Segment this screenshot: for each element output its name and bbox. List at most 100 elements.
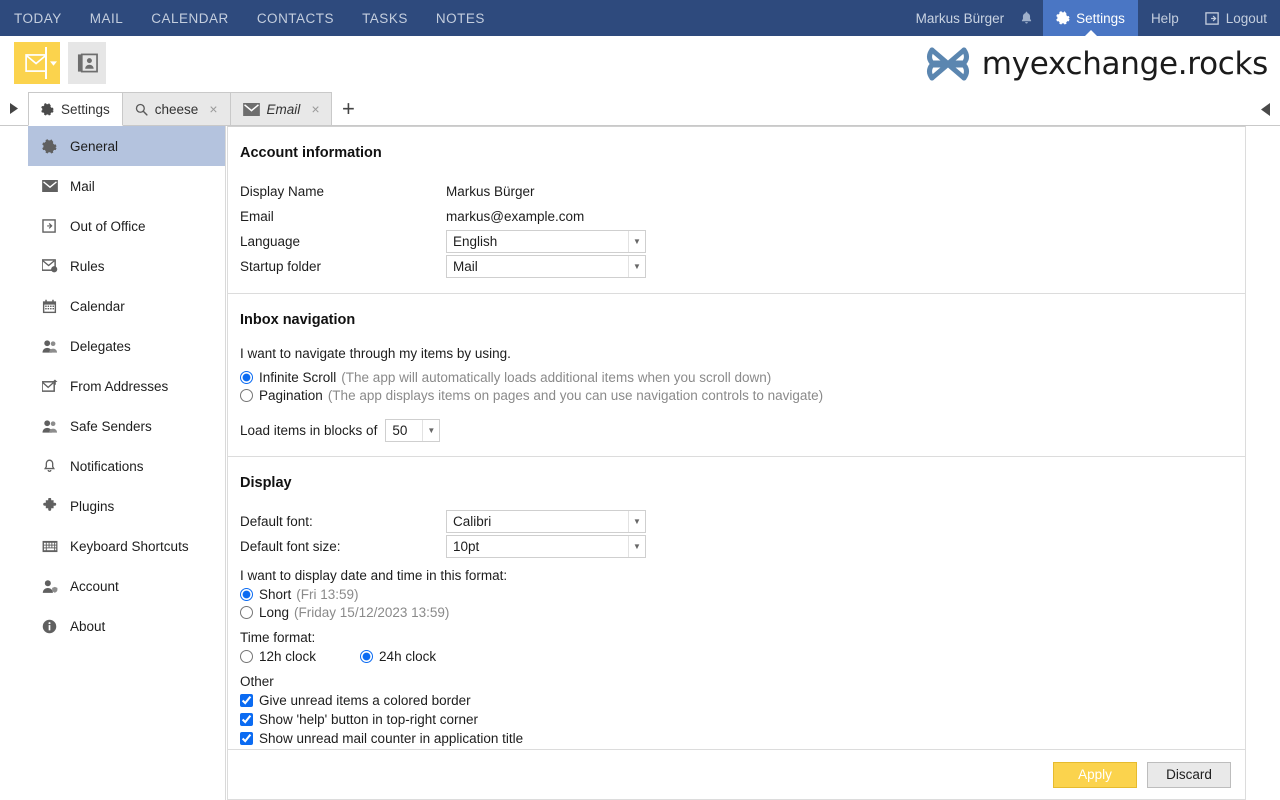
topnav-today[interactable]: TODAY: [0, 0, 76, 36]
user-menu-area: Markus Bürger Settings Help Logout: [903, 0, 1280, 36]
sidebar-item-delegates[interactable]: Delegates: [28, 326, 225, 366]
email-value: markus@example.com: [446, 208, 585, 224]
sidebar-item-general[interactable]: General: [28, 126, 225, 166]
default-font-row: Default font: Calibri ▼: [240, 509, 1245, 533]
sidebar-item-label: Delegates: [70, 338, 131, 354]
tab-search-cheese[interactable]: cheese ×: [121, 92, 231, 125]
sidebar-item-label: General: [70, 138, 119, 154]
help-button-option[interactable]: Show 'help' button in top-right corner: [240, 712, 1245, 727]
clock-12h-radio[interactable]: [240, 650, 253, 663]
topnav-contacts[interactable]: CONTACTS: [243, 0, 348, 36]
clock-12h-label: 12h clock: [259, 649, 317, 664]
sidebar-item-about[interactable]: About: [28, 606, 225, 646]
sidebar-item-label: Mail: [70, 178, 95, 194]
tab-settings[interactable]: Settings: [28, 92, 123, 126]
new-tab-button[interactable]: +: [331, 92, 365, 125]
sidebar-item-mail[interactable]: Mail: [28, 166, 225, 206]
tab-scroll-left-button[interactable]: [0, 92, 28, 125]
startup-folder-row: Startup folder Mail ▼: [240, 254, 1245, 278]
apply-button[interactable]: Apply: [1053, 761, 1137, 788]
pagination-label: Pagination: [259, 388, 323, 403]
notifications-bell-button[interactable]: [1010, 0, 1043, 36]
sidebar-item-safe-senders[interactable]: Safe Senders: [28, 406, 225, 446]
sidebar-item-label: Account: [70, 578, 119, 594]
sidebar-item-from-addresses[interactable]: From Addresses: [28, 366, 225, 406]
tab-close-button[interactable]: ×: [209, 102, 217, 116]
settings-action-bar: Apply Discard: [227, 750, 1246, 800]
new-mail-dropdown-toggle[interactable]: [45, 47, 57, 79]
chevron-down-icon: ▼: [628, 510, 645, 532]
logout-button[interactable]: Logout: [1192, 0, 1280, 36]
time-format-label: Time format:: [240, 630, 316, 645]
clock-24h-radio[interactable]: [360, 650, 374, 663]
help-button-checkbox[interactable]: [240, 713, 253, 726]
new-mail-button[interactable]: [14, 42, 60, 84]
default-font-size-row: Default font size: 10pt ▼: [240, 534, 1245, 558]
blocks-select[interactable]: 50 ▼: [385, 419, 441, 442]
time-format-group: 12h clock 24h clock: [240, 649, 1245, 664]
sidebar-item-account[interactable]: Account: [28, 566, 225, 606]
default-font-size-select[interactable]: 10pt ▼: [446, 534, 646, 558]
language-select[interactable]: English ▼: [446, 229, 646, 253]
short-date-option[interactable]: Short (Fri 13:59): [240, 587, 1245, 602]
chevron-down-icon: ▼: [628, 535, 645, 557]
short-date-radio[interactable]: [240, 588, 253, 601]
compose-toolbar: [14, 42, 106, 84]
sidebar-item-out-of-office[interactable]: Out of Office: [28, 206, 225, 246]
new-contact-button[interactable]: [68, 42, 106, 84]
colored-border-label: Give unread items a colored border: [259, 693, 471, 708]
discard-button[interactable]: Discard: [1147, 761, 1231, 788]
person-shield-icon: [41, 579, 58, 594]
settings-menu-label: Settings: [1076, 10, 1125, 26]
short-date-hint: (Fri 13:59): [296, 587, 359, 602]
display-section: Display Default font: Calibri ▼ Default …: [228, 457, 1245, 749]
topnav-tasks[interactable]: TASKS: [348, 0, 422, 36]
colored-border-option[interactable]: Give unread items a colored border: [240, 693, 1245, 708]
language-row: Language English ▼: [240, 229, 1245, 253]
brand-logo-area: myexchange.rocks: [926, 36, 1268, 92]
pagination-option[interactable]: Pagination (The app displays items on pa…: [240, 388, 1245, 403]
help-menu-button[interactable]: Help: [1138, 0, 1192, 36]
collapse-right-panel-button[interactable]: [1256, 98, 1274, 120]
startup-folder-select-value: Mail: [453, 258, 478, 274]
tab-close-button[interactable]: ×: [311, 102, 319, 116]
language-select-value: English: [453, 233, 498, 249]
pagination-radio[interactable]: [240, 389, 253, 402]
sidebar-item-rules[interactable]: Rules: [28, 246, 225, 286]
topnav-calendar[interactable]: CALENDAR: [137, 0, 243, 36]
infinite-scroll-option[interactable]: Infinite Scroll (The app will automatica…: [240, 370, 1245, 385]
unread-counter-option[interactable]: Show unread mail counter in application …: [240, 731, 1245, 746]
gear-icon: [41, 102, 54, 116]
clock-24h-option[interactable]: 24h clock: [360, 649, 436, 664]
people-icon: [41, 339, 58, 354]
sidebar-item-label: Safe Senders: [70, 418, 152, 434]
sidebar-item-keyboard-shortcuts[interactable]: Keyboard Shortcuts: [28, 526, 225, 566]
sidebar-item-label: Rules: [70, 258, 105, 274]
infinite-scroll-radio[interactable]: [240, 371, 253, 384]
settings-menu-tab[interactable]: Settings: [1043, 0, 1138, 36]
sidebar-item-plugins[interactable]: Plugins: [28, 486, 225, 526]
gear-icon: [1056, 11, 1070, 25]
topnav-mail[interactable]: MAIL: [76, 0, 138, 36]
sidebar-item-label: Out of Office: [70, 218, 146, 234]
short-date-label: Short: [259, 587, 292, 602]
clock-12h-option[interactable]: 12h clock: [240, 649, 316, 664]
sidebar-item-notifications[interactable]: Notifications: [28, 446, 225, 486]
long-date-option[interactable]: Long (Friday 15/12/2023 13:59): [240, 605, 1245, 620]
colored-border-checkbox[interactable]: [240, 694, 253, 707]
puzzle-icon: [41, 498, 58, 514]
startup-folder-select[interactable]: Mail ▼: [446, 254, 646, 278]
tab-email[interactable]: Email ×: [229, 92, 333, 125]
long-date-radio[interactable]: [240, 606, 253, 619]
logout-label: Logout: [1225, 10, 1267, 26]
sidebar-item-calendar[interactable]: Calendar: [28, 286, 225, 326]
datetime-format-prompt: I want to display date and time in this …: [240, 568, 508, 583]
topnav-notes[interactable]: NOTES: [422, 0, 499, 36]
settings-sidebar: General Mail Out of Office Rules Calenda…: [28, 126, 226, 800]
language-label: Language: [240, 233, 301, 249]
bell-icon: [1019, 10, 1034, 26]
default-font-select[interactable]: Calibri ▼: [446, 509, 646, 533]
address-book-icon: [77, 53, 98, 73]
unread-counter-checkbox[interactable]: [240, 732, 253, 745]
chevron-down-icon: ▼: [628, 255, 645, 277]
